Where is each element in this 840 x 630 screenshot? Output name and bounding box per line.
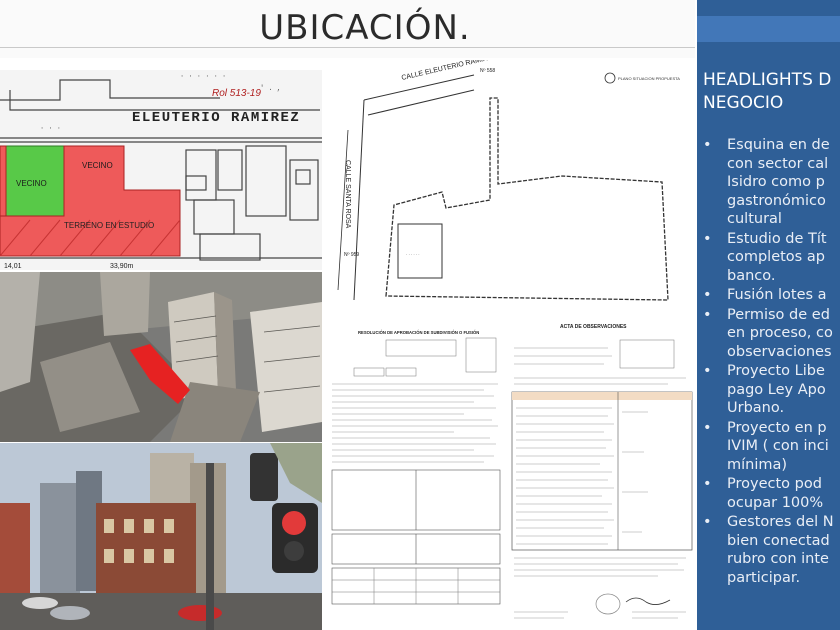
site-plan-image: · · · · · · ' . , · · · Rol 513-19 ELEUT… [0,70,322,270]
bullet-line: IVIM ( con inci [727,438,829,454]
bullet-line: Proyecto Libe [727,363,825,379]
neighbor-label-2: VECINO [82,161,113,170]
form-title: RESOLUCIÓN DE APROBACIÓN DE SUBDIVISIÓN … [358,330,479,335]
survey-street-number: Nº 558 [480,68,495,74]
bullet-item: Fusión lotes a [703,286,840,305]
bullet-line: en proceso, co [727,325,833,341]
observations-document: ACTA DE OBSERVACIONES [508,312,694,630]
survey-plan-drawing: · · · · · · CALLE ELEUTERIO RAMIREZ Nº 5… [324,60,694,310]
sidebar-heading-line: NEGOCIO [703,93,784,113]
bullet-line: Gestores del N [727,514,834,530]
bullet-item: Estudio de Tít completos ap banco. [703,230,840,286]
bullet-line: cultural [727,211,782,227]
survey-side-number: Nº 959 [344,252,359,258]
rol-label: Rol 513-19 [212,88,261,99]
bullet-line: Isidro como p [727,174,825,190]
page-title: UBICACIÓN. [259,8,471,48]
bullet-item: Proyecto en p IVIM ( con inci mínima) [703,419,840,475]
survey-street-side: CALLE SANTA ROSA [344,160,351,229]
street-photo [0,443,322,630]
dimension-left: 14,01 [4,263,22,270]
title-bar: UBICACIÓN. [0,0,695,58]
bullet-line: observaciones [727,343,832,360]
bullet-line: Proyecto pod [727,476,822,492]
observations-title: ACTA DE OBSERVACIONES [560,324,627,330]
headlights-bullet-list: Esquina en de con sector cal Isidro como… [703,136,840,588]
bullet-item: Permiso de ed en proceso, co observacion… [703,306,840,362]
bullet-line: bien conectad [727,532,830,549]
neighbor-label-1: VECINO [16,179,47,188]
bullet-line: Esquina en de [727,137,830,153]
bullet-line: Urbano. [727,400,785,416]
sidebar-heading-line: HEADLIGHTS D [703,70,832,90]
aerial-photo [0,272,322,442]
street-name-label: ELEUTERIO RAMIREZ [132,110,300,126]
bullet-line: Estudio de Tít [727,230,827,247]
bullet-item: Proyecto pod ocupar 100% [703,475,840,512]
bullet-item: Gestores del N bien conectad rubro con i… [703,513,840,587]
svg-text:· · ·: · · · [40,125,61,133]
title-divider [0,47,695,48]
bullet-item: Proyecto Libe pago Ley Apo Urbano. [703,362,840,418]
bullet-line: mínima) [727,456,788,473]
survey-title-block: PLANO SITUACION PROPUESTA [618,76,680,81]
business-headlights-panel: HEADLIGHTS D NEGOCIO Esquina en de con s… [697,0,840,630]
lot-label: TERRENO EN ESTUDIO [64,221,154,230]
bullet-line: Fusión lotes a [727,287,827,303]
bullet-line: con sector cal [727,155,829,172]
bullet-line: rubro con inte [727,551,829,567]
sidebar-accent-bar [697,16,840,42]
bullet-line: participar. [727,569,801,586]
svg-text:· · · · · ·: · · · · · · [406,252,420,257]
approval-form-document: RESOLUCIÓN DE APROBACIÓN DE SUBDIVISIÓN … [324,312,506,630]
svg-text:' . ,: ' . , [260,85,281,93]
dimension-right: 33,90m [110,263,134,270]
bullet-line: completos ap [727,249,825,265]
bullet-line: pago Ley Apo [727,381,826,398]
bullet-line: Permiso de ed [727,306,830,323]
bullet-line: banco. [727,267,776,284]
bullet-line: gastronómico [727,192,826,209]
bullet-item: Esquina en de con sector cal Isidro como… [703,136,840,229]
svg-text:· · · · · ·: · · · · · · [180,73,226,81]
sidebar-heading: HEADLIGHTS D NEGOCIO [703,69,840,115]
bullet-line: Proyecto en p [727,419,827,436]
bullet-line: ocupar 100% [727,494,824,511]
